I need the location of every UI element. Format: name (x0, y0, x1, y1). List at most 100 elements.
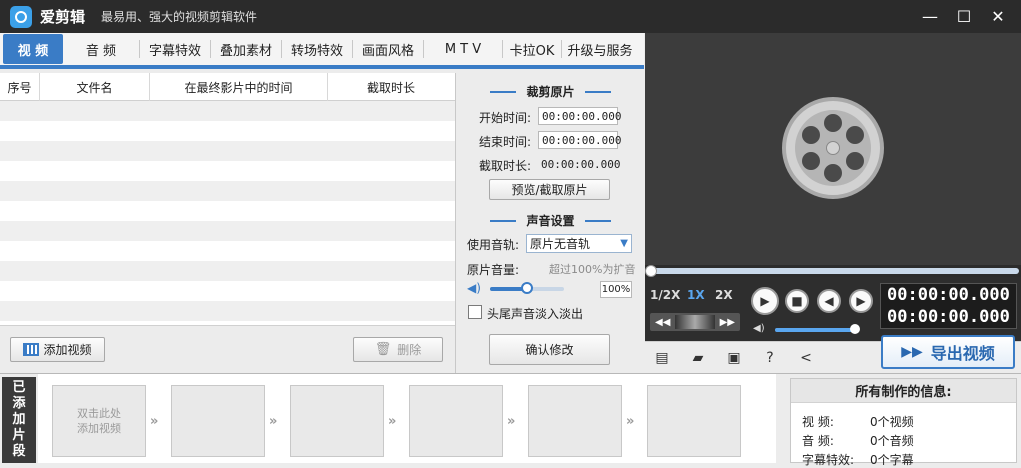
share-icon[interactable]: < (797, 349, 815, 367)
stop-icon: ■ (791, 294, 803, 308)
info-value: 0个视频 (870, 415, 914, 429)
table-row[interactable] (0, 221, 455, 241)
clip-table-header: 序号 文件名 在最终影片中的时间 截取时长 (0, 73, 455, 101)
play-icon: ▶ (760, 294, 770, 308)
preview-trim-button[interactable]: 预览/截取原片 (489, 179, 610, 200)
rewind-icon[interactable]: ◀◀ (655, 317, 670, 328)
clip-slot[interactable] (290, 385, 384, 457)
tab-upgrade[interactable]: 升级与服务 (562, 34, 638, 64)
clip-slot[interactable] (528, 385, 622, 457)
table-row[interactable] (0, 281, 455, 301)
reel-hole (824, 164, 842, 182)
column-header-duration[interactable]: 截取时长 (328, 73, 454, 101)
add-video-button[interactable]: 添加视频 (10, 337, 105, 362)
tab-karaoke[interactable]: 卡拉OK (503, 34, 561, 64)
speed-2x-button[interactable]: 2X (715, 288, 733, 302)
player-volume-knob[interactable] (850, 324, 860, 334)
open-folder-icon[interactable]: ▰ (689, 349, 707, 367)
app-logo-icon (10, 5, 32, 28)
fade-checkbox[interactable] (468, 305, 482, 319)
add-clip-line1: 双击此处 (77, 407, 121, 420)
confirm-changes-button[interactable]: 确认修改 (489, 334, 610, 365)
minimize-button[interactable]: — (913, 0, 947, 33)
save-icon[interactable]: ▣ (725, 349, 743, 367)
playback-progress-bar[interactable] (645, 265, 1021, 277)
tab-video[interactable]: 视 频 (3, 34, 63, 64)
clip-arrow-icon: » (388, 414, 397, 429)
speed-1x-button[interactable]: 1X (687, 288, 705, 302)
tab-styles[interactable]: 画面风格 (353, 34, 423, 64)
clip-list-panel: 序号 文件名 在最终影片中的时间 截取时长 添加视频 🗑 删除 (0, 73, 456, 373)
help-icon[interactable]: ? (761, 349, 779, 367)
title-rule (490, 219, 517, 222)
table-row[interactable] (0, 121, 455, 141)
project-toolbar: ▤ ▰ ▣ ? < ▶▶ 导出视频 (645, 335, 1021, 373)
speed-half-button[interactable]: 1/2X (650, 288, 680, 302)
volume-slider-knob[interactable] (521, 282, 533, 294)
maximize-button[interactable]: ☐ (947, 0, 981, 33)
start-time-field[interactable]: 00:00:00.000 (538, 107, 621, 125)
next-frame-button[interactable]: ▶ (849, 289, 873, 313)
column-header-time-in-movie[interactable]: 在最终影片中的时间 (150, 73, 328, 101)
column-header-filename[interactable]: 文件名 (40, 73, 150, 101)
table-row[interactable] (0, 101, 455, 121)
jog-shuttle[interactable]: ◀◀ ▶▶ (650, 313, 740, 331)
table-row[interactable] (0, 241, 455, 261)
volume-hint: 超过100%为扩音 (549, 263, 636, 276)
delete-button[interactable]: 🗑 删除 (353, 337, 443, 362)
info-row-video: 视 频: 0个视频 (802, 413, 914, 430)
new-project-icon[interactable]: ▤ (653, 349, 671, 367)
add-video-label: 添加视频 (43, 343, 92, 357)
video-preview-area[interactable] (645, 33, 1021, 265)
clip-arrow-icon: » (150, 414, 159, 429)
clip-list-footer: 添加视频 🗑 删除 (0, 325, 455, 373)
add-clip-slot[interactable]: 双击此处 添加视频 (52, 385, 146, 457)
tab-audio[interactable]: 音 频 (63, 34, 139, 64)
tab-mtv[interactable]: M T V (424, 34, 502, 64)
clip-slot[interactable] (647, 385, 741, 457)
play-button[interactable]: ▶ (751, 287, 779, 315)
title-rule (584, 219, 611, 222)
start-time-label: 开始时间: (479, 111, 532, 125)
clip-arrow-icon: » (626, 414, 635, 429)
clip-slot[interactable] (171, 385, 265, 457)
sound-title-text: 声音设置 (526, 214, 575, 228)
info-value: 0个音频 (870, 434, 914, 448)
table-row[interactable] (0, 301, 455, 321)
prev-frame-button[interactable]: ◀ (817, 289, 841, 313)
clip-table-body[interactable] (0, 101, 455, 323)
source-volume-slider[interactable] (490, 282, 564, 294)
reel-hole (802, 152, 820, 170)
stop-button[interactable]: ■ (785, 289, 809, 313)
prev-frame-icon: ◀ (824, 294, 834, 308)
player-volume-fill (775, 328, 855, 332)
label-char: 添 (12, 396, 26, 411)
progress-knob[interactable] (645, 265, 657, 277)
clip-slot[interactable] (409, 385, 503, 457)
end-time-field[interactable]: 00:00:00.000 (538, 131, 621, 149)
info-key: 字幕特效: (802, 453, 855, 467)
table-row[interactable] (0, 321, 455, 323)
tab-subtitle-effects[interactable]: 字幕特效 (140, 34, 210, 64)
reel-hole (824, 114, 842, 132)
info-key: 视 频: (802, 415, 834, 429)
clip-strip: 双击此处 添加视频 » » » » » (38, 374, 776, 463)
project-info-panel: 所有制作的信息: 视 频: 0个视频 音 频: 0个音频 字幕特效: 0个字幕 (790, 378, 1017, 467)
tab-overlay[interactable]: 叠加素材 (211, 34, 281, 64)
fast-forward-icon[interactable]: ▶▶ (720, 317, 735, 328)
table-row[interactable] (0, 261, 455, 281)
export-video-button[interactable]: ▶▶ 导出视频 (881, 335, 1015, 369)
table-row[interactable] (0, 201, 455, 221)
table-row[interactable] (0, 161, 455, 181)
volume-value-field[interactable]: 100% (600, 281, 632, 298)
table-row[interactable] (0, 181, 455, 201)
add-video-icon (23, 343, 40, 356)
audio-track-select[interactable]: 原片无音轨 ▼ (526, 234, 632, 253)
label-char: 段 (12, 444, 26, 459)
table-row[interactable] (0, 141, 455, 161)
close-button[interactable]: ✕ (981, 0, 1015, 33)
tab-transitions[interactable]: 转场特效 (282, 34, 352, 64)
player-volume-slider[interactable] (775, 324, 860, 334)
column-header-index[interactable]: 序号 (0, 73, 40, 101)
shuttle-grip[interactable] (675, 315, 715, 329)
